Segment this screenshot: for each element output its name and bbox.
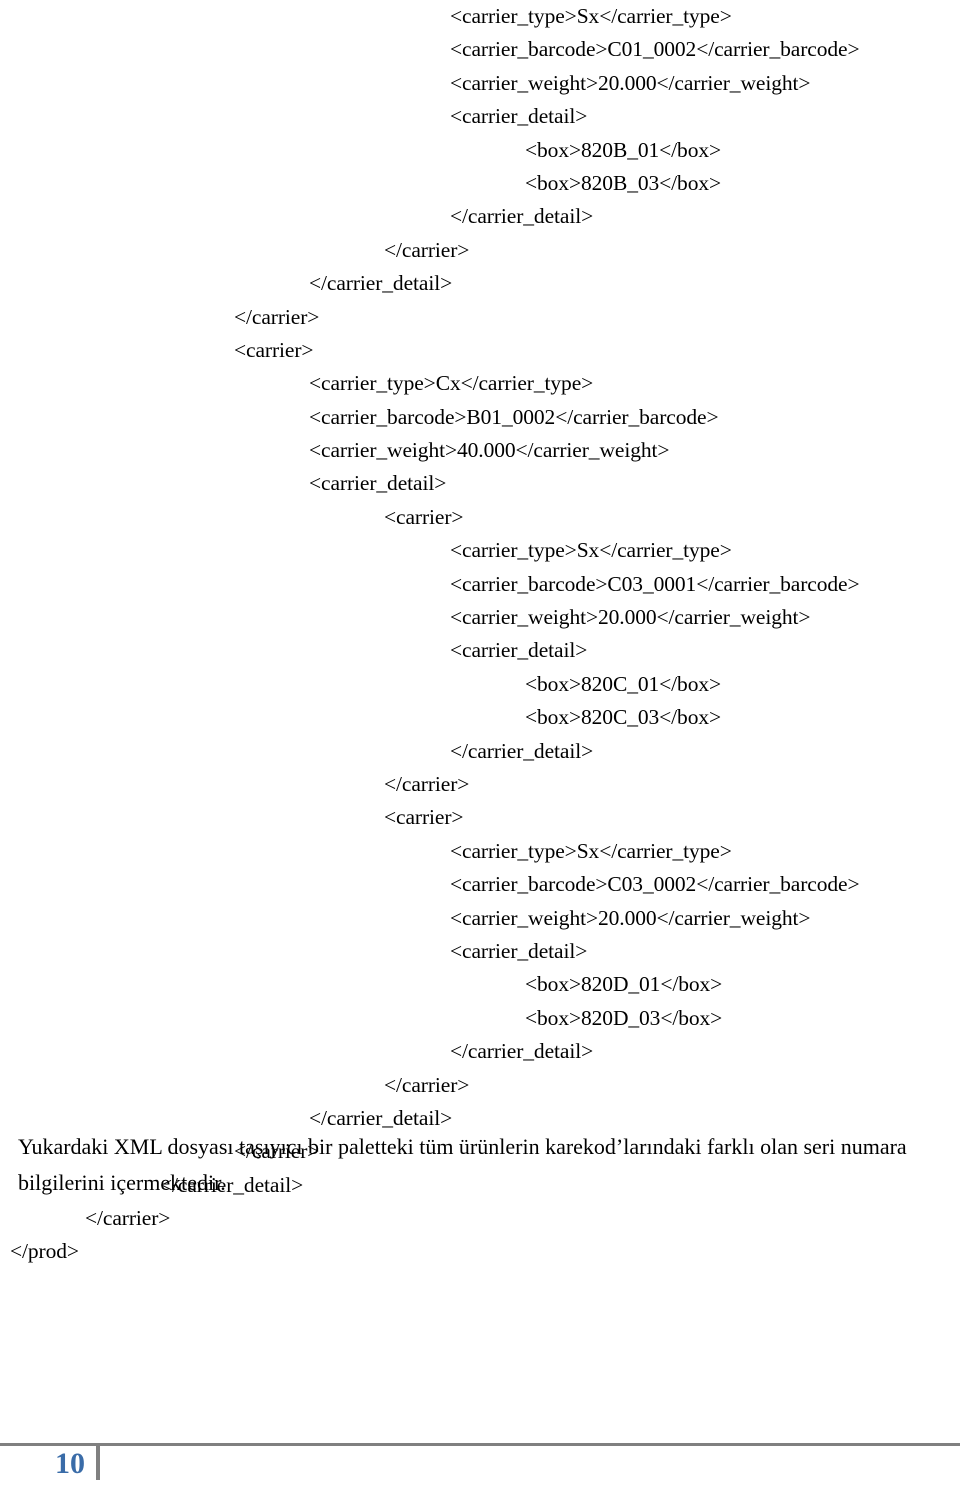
code-line: <carrier_barcode>C03_0001</carrier_barco…	[450, 571, 860, 596]
code-line: <carrier_type>Sx</carrier_type>	[450, 538, 732, 563]
code-line: <box>820D_03</box>	[525, 1005, 723, 1030]
code-line: <carrier_detail>	[450, 938, 588, 963]
code-line: <carrier>	[384, 504, 464, 529]
code-line: <carrier_barcode>B01_0002</carrier_barco…	[309, 404, 719, 429]
code-line: <carrier_type>Sx</carrier_type>	[450, 4, 732, 28]
code-line: </carrier_detail>	[450, 1039, 594, 1064]
code-line: </carrier>	[85, 1206, 171, 1231]
code-line: <carrier_barcode>C01_0002</carrier_barco…	[450, 37, 860, 62]
footer-tick-mark	[96, 1446, 100, 1480]
code-line: </carrier_detail>	[309, 271, 453, 296]
code-line: </carrier_detail>	[450, 204, 594, 229]
code-line: <carrier_detail>	[450, 638, 588, 663]
code-line: <box>820D_01</box>	[525, 972, 723, 997]
footer-divider	[0, 1443, 960, 1446]
code-line: <carrier_weight>20.000</carrier_weight>	[450, 70, 811, 95]
code-line: <box>820C_01</box>	[525, 671, 722, 696]
code-line: <carrier_weight>20.000</carrier_weight>	[450, 905, 811, 930]
document-page: <carrier_type>Sx</carrier_type> <carrier_…	[0, 0, 960, 1488]
code-line: <carrier_weight>20.000</carrier_weight>	[450, 605, 811, 630]
code-line: <carrier_weight>40.000</carrier_weight>	[309, 438, 670, 463]
code-line: </carrier>	[384, 237, 470, 262]
code-line: <box>820B_03</box>	[525, 170, 722, 195]
code-line: </carrier>	[384, 1072, 470, 1097]
code-line: <box>820B_01</box>	[525, 137, 722, 162]
code-line: </carrier_detail>	[450, 738, 594, 763]
code-line: <carrier_barcode>C03_0002</carrier_barco…	[450, 872, 860, 897]
code-line: </carrier>	[384, 771, 470, 796]
code-line: <carrier>	[234, 337, 314, 362]
code-line: </prod>	[10, 1239, 79, 1264]
explanatory-paragraph: Yukardaki XML dosyası taşıyıcı bir palet…	[18, 1134, 907, 1195]
code-line: </carrier>	[234, 304, 320, 329]
code-line: <carrier>	[384, 805, 464, 830]
code-line: <carrier_type>Cx</carrier_type>	[309, 371, 594, 396]
xml-code-block: <carrier_type>Sx</carrier_type> <carrier_…	[0, 0, 960, 1269]
page-number: 10	[55, 1447, 85, 1480]
code-line: <carrier_type>Sx</carrier_type>	[450, 838, 732, 863]
code-line: <carrier_detail>	[309, 471, 447, 496]
code-line: <box>820C_03</box>	[525, 705, 722, 730]
code-line: <carrier_detail>	[450, 104, 588, 129]
